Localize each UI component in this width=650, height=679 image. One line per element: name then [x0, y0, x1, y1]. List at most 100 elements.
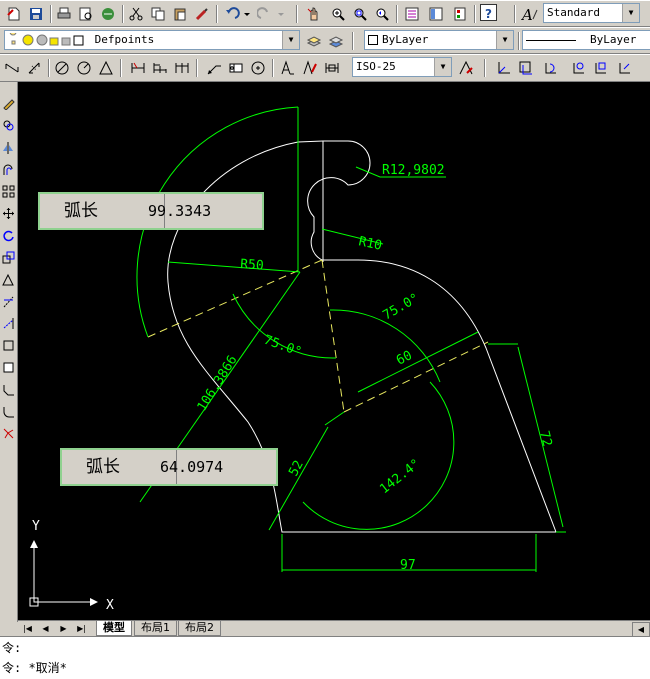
arc-length-value[interactable]: 64.0974	[160, 450, 223, 484]
pencil-icon[interactable]	[1, 94, 16, 112]
color-swatch	[368, 35, 378, 45]
quick-dimension-icon[interactable]	[128, 58, 148, 78]
paste-icon[interactable]	[170, 4, 190, 24]
dimension-text-edit-icon[interactable]	[300, 58, 320, 78]
move-icon[interactable]	[1, 204, 16, 222]
extend-icon[interactable]	[1, 314, 16, 332]
linetype-select[interactable]: ByLayer	[522, 30, 650, 50]
break-icon[interactable]	[1, 358, 16, 376]
offset-icon[interactable]	[1, 160, 16, 178]
linear-dimension-icon[interactable]	[2, 58, 22, 78]
copy-icon[interactable]	[148, 4, 168, 24]
dimension-edit-icon[interactable]	[278, 58, 298, 78]
ucs-previous-icon[interactable]	[540, 58, 560, 78]
tab-layout1[interactable]: 布局1	[134, 621, 177, 636]
arc-length-value[interactable]: 99.3343	[148, 194, 211, 228]
radius-dimension-icon[interactable]	[74, 58, 94, 78]
standard-toolbar: ? A Standard ▼	[0, 0, 650, 27]
dim-angle-right: 75.0°	[381, 291, 422, 324]
tool-palettes-icon[interactable]	[450, 4, 470, 24]
scroll-left-icon[interactable]: ◀	[632, 622, 650, 637]
ucs-world-icon[interactable]	[516, 58, 536, 78]
dim-length-72: 72	[536, 429, 554, 448]
dim-angle-142: 142.4°	[377, 456, 423, 497]
chevron-down-icon[interactable]: ▼	[622, 4, 639, 22]
first-tab-icon[interactable]: |◀	[20, 622, 35, 635]
print-icon[interactable]	[54, 4, 74, 24]
text-style-icon[interactable]: A	[520, 4, 540, 24]
undo-button[interactable]	[222, 4, 252, 24]
dimension-toolbar: ISO-25 ▼	[0, 54, 650, 82]
trim-icon[interactable]	[1, 292, 16, 310]
plot-preview-icon[interactable]	[76, 4, 96, 24]
svg-text:?: ?	[485, 7, 492, 20]
construction-lines	[147, 259, 489, 413]
svg-text:A: A	[521, 6, 533, 22]
layer-previous-icon[interactable]	[304, 31, 324, 51]
ucs-y-label: Y	[32, 519, 40, 534]
quick-leader-icon[interactable]	[204, 58, 224, 78]
ucs-icon[interactable]	[494, 58, 514, 78]
command-history-line: 令: *取消*	[2, 661, 67, 675]
layer-state-icons	[8, 31, 88, 49]
ucs-rotate-icon[interactable]	[614, 58, 634, 78]
text-style-select[interactable]: Standard ▼	[543, 3, 640, 23]
publish-icon[interactable]	[98, 4, 118, 24]
continue-dimension-icon[interactable]	[172, 58, 192, 78]
rotate-icon[interactable]	[1, 226, 16, 244]
last-tab-icon[interactable]: ▶|	[74, 622, 89, 635]
ucs-origin-icon[interactable]	[568, 58, 588, 78]
color-select[interactable]: ByLayer ▼	[364, 30, 514, 50]
tab-layout2[interactable]: 布局2	[178, 621, 221, 636]
zoom-window-icon[interactable]	[350, 4, 370, 24]
explode-icon[interactable]	[1, 424, 16, 442]
baseline-dimension-icon[interactable]	[150, 58, 170, 78]
mirror-icon[interactable]	[1, 138, 16, 156]
tolerance-icon[interactable]	[226, 58, 246, 78]
layout-tabs: |◀ ◀ ▶ ▶| 模型 布局1 布局2 ◀	[18, 620, 650, 637]
break-at-point-icon[interactable]	[1, 336, 16, 354]
text-style-value: Standard	[547, 6, 600, 19]
color-value: ByLayer	[382, 33, 429, 46]
cut-icon[interactable]	[126, 4, 146, 24]
ucs-x-label: X	[106, 598, 114, 613]
arc-length-top-panel: 弧长 99.3343	[38, 192, 264, 230]
dimension-style-select[interactable]: ISO-25 ▼	[352, 57, 452, 77]
drawing-canvas[interactable]: Y X R12,9802 R10 R50 75.0° 75.0° 60 106.…	[18, 82, 650, 622]
properties-icon[interactable]	[402, 4, 422, 24]
fillet-icon[interactable]	[1, 402, 16, 420]
angular-dimension-icon[interactable]	[96, 58, 116, 78]
new-drawing-icon[interactable]	[4, 4, 24, 24]
layer-properties-icon[interactable]	[326, 31, 346, 51]
help-icon[interactable]: ?	[480, 4, 497, 21]
save-icon[interactable]	[26, 4, 46, 24]
redo-button[interactable]	[256, 4, 286, 24]
pan-realtime-icon[interactable]	[304, 4, 324, 24]
chamfer-icon[interactable]	[1, 380, 16, 398]
array-icon[interactable]	[1, 182, 16, 200]
zoom-previous-icon[interactable]	[372, 4, 392, 24]
layer-select[interactable]: Defpoints ▼	[4, 30, 300, 50]
center-mark-icon[interactable]	[248, 58, 268, 78]
next-tab-icon[interactable]: ▶	[56, 622, 71, 635]
modify-toolbar	[0, 82, 18, 622]
previous-tab-icon[interactable]: ◀	[38, 622, 53, 635]
zoom-realtime-icon[interactable]	[328, 4, 348, 24]
ucs-3point-icon[interactable]	[590, 58, 610, 78]
dimension-style-icon[interactable]	[456, 58, 476, 78]
dimension-update-icon[interactable]	[322, 58, 342, 78]
aligned-dimension-icon[interactable]	[24, 58, 44, 78]
command-window[interactable]: 令: 令: *取消*	[0, 636, 650, 679]
chevron-down-icon[interactable]: ▼	[434, 58, 451, 76]
arc-length-icon[interactable]	[52, 58, 72, 78]
match-properties-icon[interactable]	[192, 4, 212, 24]
tab-model[interactable]: 模型	[96, 621, 132, 636]
dimension-style-value: ISO-25	[356, 60, 396, 73]
linetype-preview	[526, 39, 576, 41]
chevron-down-icon[interactable]: ▼	[496, 31, 513, 49]
chevron-down-icon[interactable]: ▼	[282, 31, 299, 49]
scale-icon[interactable]	[1, 248, 16, 266]
stretch-icon[interactable]	[1, 270, 16, 288]
design-center-icon[interactable]	[426, 4, 446, 24]
copy-object-icon[interactable]	[1, 116, 16, 134]
